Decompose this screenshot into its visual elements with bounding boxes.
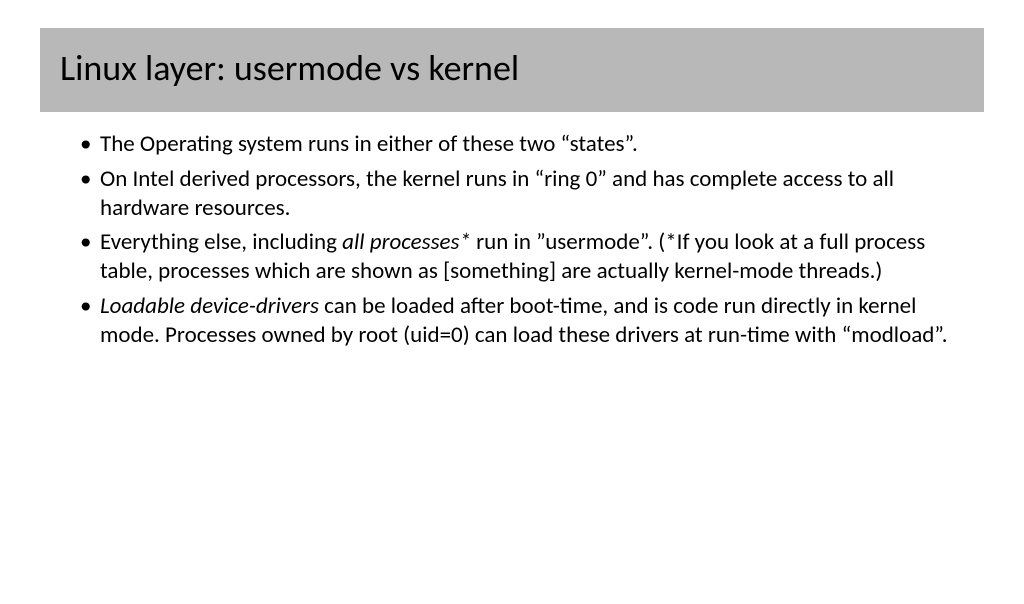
bullet-text-pre: Everything else, including xyxy=(100,228,342,256)
bullet-text-emphasis: all processes* xyxy=(342,228,471,256)
bullet-text: On Intel derived processors, the kernel … xyxy=(100,165,894,222)
slide: Linux layer: usermode vs kernel The Oper… xyxy=(0,28,1024,604)
bullet-item: On Intel derived processors, the kernel … xyxy=(80,165,964,223)
title-bar: Linux layer: usermode vs kernel xyxy=(40,28,984,112)
slide-content: The Operating system runs in either of t… xyxy=(0,112,1024,349)
bullet-text: The Operating system runs in either of t… xyxy=(100,130,638,158)
bullet-item: Loadable device-drivers can be loaded af… xyxy=(80,292,964,350)
bullet-item: Everything else, including all processes… xyxy=(80,228,964,286)
bullet-item: The Operating system runs in either of t… xyxy=(80,130,964,159)
slide-title: Linux layer: usermode vs kernel xyxy=(60,46,964,90)
bullet-text-emphasis: Loadable device-drivers xyxy=(100,292,319,320)
bullet-list: The Operating system runs in either of t… xyxy=(80,130,964,349)
